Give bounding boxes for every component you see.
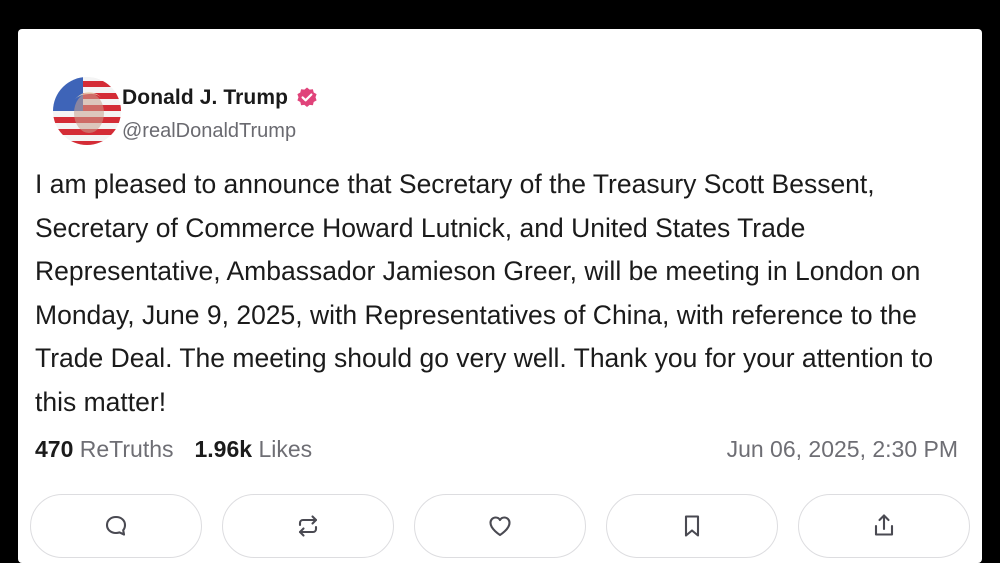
bookmark-button[interactable] (606, 494, 778, 558)
likes-stat[interactable]: 1.96k Likes (195, 436, 313, 463)
reply-button[interactable] (30, 494, 202, 558)
post-stats: 470 ReTruths 1.96k Likes (35, 436, 333, 463)
author-row: Donald J. Trump (122, 84, 319, 112)
bookmark-icon (684, 515, 700, 537)
share-icon (874, 514, 894, 536)
action-bar (30, 494, 970, 560)
likes-label: Likes (258, 436, 313, 462)
retruths-label: ReTruths (79, 436, 174, 462)
like-button[interactable] (414, 494, 586, 558)
retruths-stat[interactable]: 470 ReTruths (35, 436, 174, 463)
retruths-count: 470 (35, 436, 74, 462)
post-text: I am pleased to announce that Secretary … (35, 169, 934, 417)
likes-count: 1.96k (194, 436, 253, 462)
retruth-icon (298, 515, 318, 537)
reply-icon (105, 515, 127, 536)
avatar-image (53, 77, 121, 145)
retruth-button[interactable] (222, 494, 394, 558)
share-button[interactable] (798, 494, 970, 558)
author-handle[interactable]: @realDonaldTrump (122, 120, 296, 143)
author-name[interactable]: Donald J. Trump (122, 86, 288, 110)
avatar[interactable] (53, 77, 121, 145)
post-timestamp[interactable]: Jun 06, 2025, 2:30 PM (727, 436, 958, 463)
post-card: Donald J. Trump @realDonaldTrump I am pl… (18, 29, 982, 563)
verified-badge-icon (295, 86, 319, 110)
like-icon (489, 516, 511, 537)
